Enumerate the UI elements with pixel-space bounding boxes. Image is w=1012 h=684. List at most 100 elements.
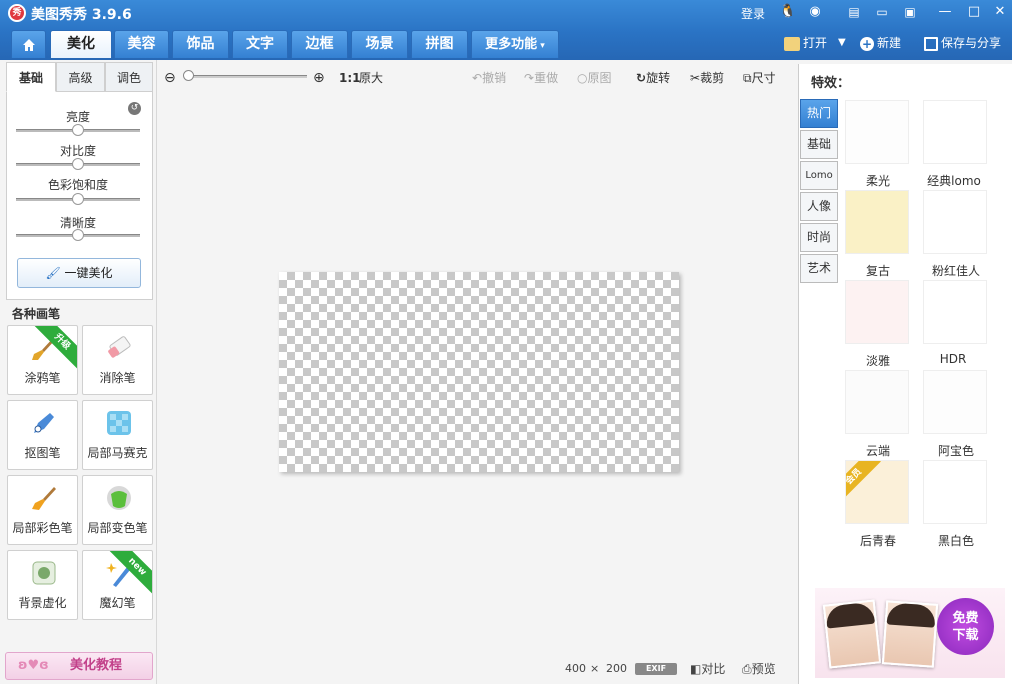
tab-more[interactable]: 更多功能 ▾ (471, 30, 559, 58)
redo-button[interactable]: ↷重做 (524, 69, 558, 87)
category-portrait[interactable]: 人像 (800, 192, 838, 221)
qq-icon[interactable]: 🐧 (779, 4, 797, 20)
effect-thumb[interactable] (845, 280, 909, 344)
close-icon[interactable]: ✕ (991, 4, 1009, 20)
rotate-button[interactable]: ↻旋转 (636, 69, 670, 87)
free-download-button[interactable]: 免费 下载 (937, 598, 994, 655)
subtab-advanced[interactable]: 高级 (56, 62, 105, 92)
zoom-in-icon[interactable]: ⊕ (313, 69, 325, 87)
weibo-icon[interactable]: ◉ (806, 4, 824, 20)
tab-collage[interactable]: 拼图 (411, 30, 468, 58)
brush-bg-blur[interactable]: 背景虚化 (7, 550, 78, 620)
brush-local-color[interactable]: 局部彩色笔 (7, 475, 78, 545)
brush-doodle[interactable]: 升级 涂鸦笔 (7, 325, 78, 395)
one-click-beautify-button[interactable]: 🖌 一键美化 (17, 258, 141, 288)
effect-thumb[interactable] (923, 460, 987, 524)
tab-scenes[interactable]: 场景 (351, 30, 408, 58)
slider-knob[interactable] (72, 124, 84, 136)
contrast-slider[interactable] (16, 158, 140, 170)
exif-button[interactable]: EXIF (635, 663, 677, 675)
saturation-slider[interactable] (16, 193, 140, 205)
subtab-color[interactable]: 调色 (105, 62, 153, 92)
slider-knob[interactable] (72, 193, 84, 205)
sharpness-slider[interactable] (16, 229, 140, 241)
subtab-basic[interactable]: 基础 (6, 62, 56, 92)
menu-icon[interactable]: ▣ (901, 4, 919, 20)
tab-home[interactable] (11, 30, 46, 58)
undo-icon: ↶ (472, 71, 483, 85)
contrast-label: 对比度 (59, 144, 96, 158)
open-dropdown-icon[interactable]: ▼ (838, 33, 846, 53)
effect-thumb[interactable] (923, 370, 987, 434)
login-link[interactable]: 登录 (741, 5, 765, 22)
category-fashion[interactable]: 时尚 (800, 223, 838, 252)
effect-thumb[interactable] (923, 280, 987, 344)
effect-thumb[interactable]: 会员 (845, 460, 909, 524)
effects-title: 特效： (811, 76, 851, 91)
compare-button[interactable]: ◧对比 (690, 661, 725, 677)
maximize-icon[interactable]: □ (965, 4, 983, 20)
mosaic-icon (107, 411, 131, 435)
slider-knob[interactable] (72, 229, 84, 241)
effect-thumb[interactable] (845, 100, 909, 164)
feedback-icon[interactable]: ▭ (873, 4, 891, 20)
brush-magic[interactable]: new 魔幻笔 (82, 550, 153, 620)
resize-button[interactable]: ⧉尺寸 (743, 69, 776, 87)
crop-button[interactable]: ✂裁剪 (690, 69, 724, 87)
brush-mosaic[interactable]: 局部马赛克 (82, 400, 153, 470)
effect-thumb[interactable] (923, 190, 987, 254)
brush-eraser[interactable]: 消除笔 (82, 325, 153, 395)
save-icon (924, 36, 938, 51)
zoom-slider[interactable] (183, 70, 307, 81)
app-logo-icon: 秀 (8, 4, 26, 22)
rotate-label: 旋转 (646, 71, 671, 85)
free-label: 免费 (952, 611, 979, 626)
effect-label: 淡雅 (865, 354, 890, 368)
undo-button[interactable]: ↶撤销 (472, 69, 506, 87)
scissors-icon: ✂ (690, 71, 701, 85)
brightness-slider[interactable] (16, 124, 140, 136)
tab-beautify[interactable]: 美化 (50, 30, 112, 58)
new-button[interactable]: + 新建 (860, 33, 901, 53)
effect-label: 黑白色 (937, 534, 974, 548)
tab-frames[interactable]: 边框 (291, 30, 348, 58)
slider-knob[interactable] (72, 158, 84, 170)
zoom-out-icon[interactable]: ⊖ (164, 69, 176, 87)
redo-icon: ↷ (524, 71, 535, 85)
tutorial-label: 美化教程 (69, 658, 122, 673)
actual-size-button[interactable]: 原大 (359, 69, 383, 87)
brush-label: 涂鸦笔 (24, 371, 61, 385)
paint-bucket-icon (107, 486, 131, 510)
tab-text[interactable]: 文字 (232, 30, 288, 58)
original-button[interactable]: ○原图 (577, 69, 612, 87)
brushes-title: 各种画笔 (12, 307, 61, 321)
effect-label: 柔光 (865, 174, 890, 188)
tab-more-label: 更多功能 (485, 37, 538, 52)
tutorial-button[interactable]: ʚ♥ɞ 美化教程 (5, 652, 153, 680)
brush-label: 魔幻笔 (99, 596, 136, 610)
category-hot[interactable]: 热门 (800, 99, 838, 128)
preview-icon: ⎙ (742, 662, 752, 676)
effect-thumb[interactable] (923, 100, 987, 164)
tab-accessories[interactable]: 饰品 (172, 30, 229, 58)
skin-icon[interactable]: ▤ (845, 4, 863, 20)
resize-icon: ⧉ (743, 71, 752, 85)
preview-button[interactable]: ⎙预览 (742, 661, 776, 677)
open-button[interactable]: 打开 (784, 33, 827, 53)
brush-local-recolor[interactable]: 局部变色笔 (82, 475, 153, 545)
model-photo (822, 599, 882, 669)
tab-makeup[interactable]: 美容 (114, 30, 169, 58)
brush-cutout[interactable]: 抠图笔 (7, 400, 78, 470)
category-basic[interactable]: 基础 (800, 130, 838, 159)
actual-size-ratio[interactable]: 1:1 (339, 69, 361, 87)
zoom-knob[interactable] (183, 70, 194, 81)
save-label: 保存与分享 (941, 36, 1002, 50)
minimize-icon[interactable]: — (936, 4, 954, 20)
preview-label: 预览 (751, 662, 776, 676)
image-canvas[interactable] (279, 272, 679, 472)
category-lomo[interactable]: Lomo (800, 161, 838, 190)
effect-thumb[interactable] (845, 370, 909, 434)
effect-thumb[interactable] (845, 190, 909, 254)
category-art[interactable]: 艺术 (800, 254, 838, 283)
save-share-button[interactable]: 保存与分享 (924, 33, 1001, 53)
